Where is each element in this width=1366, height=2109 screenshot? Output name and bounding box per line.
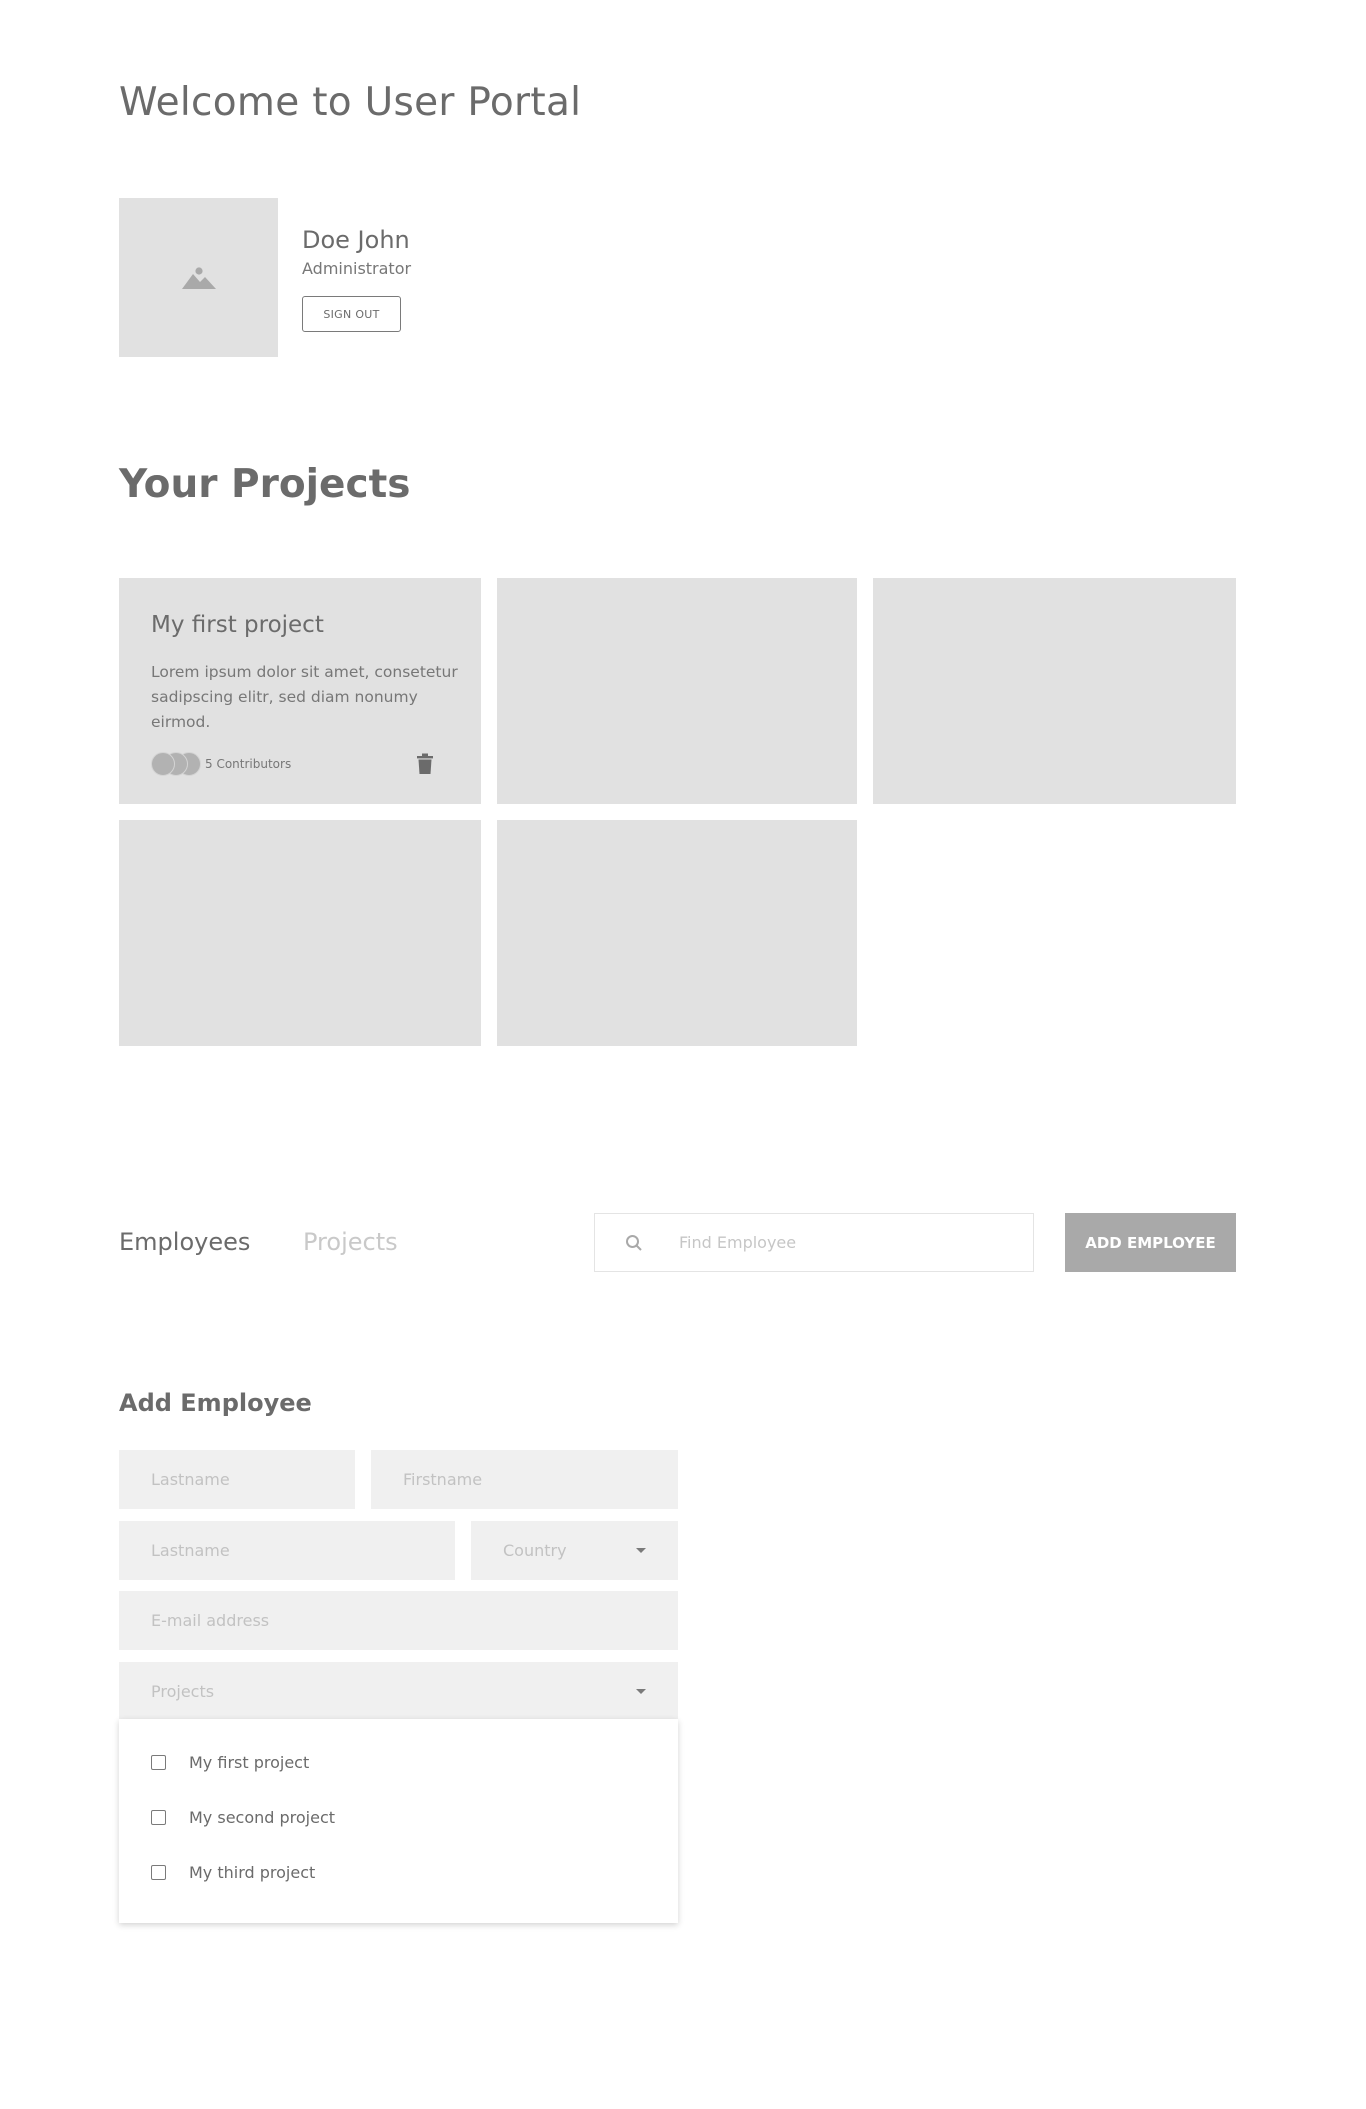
project-card-first[interactable]: My first project Lorem ipsum dolor sit a… <box>119 578 481 804</box>
project-card-description: Lorem ipsum dolor sit amet, consetetur s… <box>151 663 458 731</box>
project-option-label: My first project <box>189 1753 310 1772</box>
tab-projects[interactable]: Projects <box>303 1228 398 1256</box>
lastname-field[interactable]: Lastname <box>119 1450 355 1509</box>
add-employee-title: Add Employee <box>119 1389 312 1417</box>
sign-out-button[interactable]: SIGN OUT <box>302 296 401 332</box>
country-select[interactable]: Country <box>471 1521 678 1580</box>
project-option[interactable]: My second project <box>151 1808 335 1827</box>
projects-select[interactable]: Projects <box>119 1662 678 1721</box>
lastname-field-2[interactable]: Lastname <box>119 1521 455 1580</box>
project-card-title: My first project <box>151 612 324 638</box>
image-placeholder-icon <box>181 266 216 289</box>
projects-select-value: Projects <box>119 1662 678 1721</box>
contributor-avatars <box>151 752 201 776</box>
trash-icon[interactable] <box>415 753 435 775</box>
project-option[interactable]: My third project <box>151 1863 315 1882</box>
search-input[interactable] <box>679 1233 1009 1252</box>
projects-section-title: Your Projects <box>119 462 411 507</box>
chevron-down-icon <box>636 1689 646 1694</box>
project-card[interactable] <box>119 820 481 1046</box>
user-name: Doe John <box>302 226 410 254</box>
contributor-avatar <box>151 752 175 776</box>
checkbox[interactable] <box>151 1810 166 1825</box>
email-field[interactable]: E-mail address <box>119 1591 678 1650</box>
avatar <box>119 198 278 357</box>
tab-employees[interactable]: Employees <box>119 1228 250 1256</box>
firstname-field[interactable]: Firstname <box>371 1450 678 1509</box>
project-option-label: My third project <box>189 1863 316 1882</box>
page-title: Welcome to User Portal <box>119 80 582 125</box>
search-box[interactable] <box>594 1213 1034 1272</box>
project-option-label: My second project <box>189 1808 336 1827</box>
project-card[interactable] <box>497 820 857 1046</box>
chevron-down-icon <box>636 1548 646 1553</box>
contributors: 5 Contributors <box>151 752 291 776</box>
project-card[interactable] <box>497 578 857 804</box>
country-select-value: Country <box>471 1521 678 1580</box>
checkbox[interactable] <box>151 1755 166 1770</box>
checkbox[interactable] <box>151 1865 166 1880</box>
project-option[interactable]: My first project <box>151 1753 309 1772</box>
user-role: Administrator <box>302 259 412 278</box>
search-icon <box>626 1234 642 1251</box>
contributors-label: 5 Contributors <box>205 757 292 771</box>
projects-dropdown-menu: My first project My second project My th… <box>119 1719 678 1923</box>
add-employee-button[interactable]: ADD EMPLOYEE <box>1065 1213 1236 1272</box>
project-card[interactable] <box>873 578 1236 804</box>
